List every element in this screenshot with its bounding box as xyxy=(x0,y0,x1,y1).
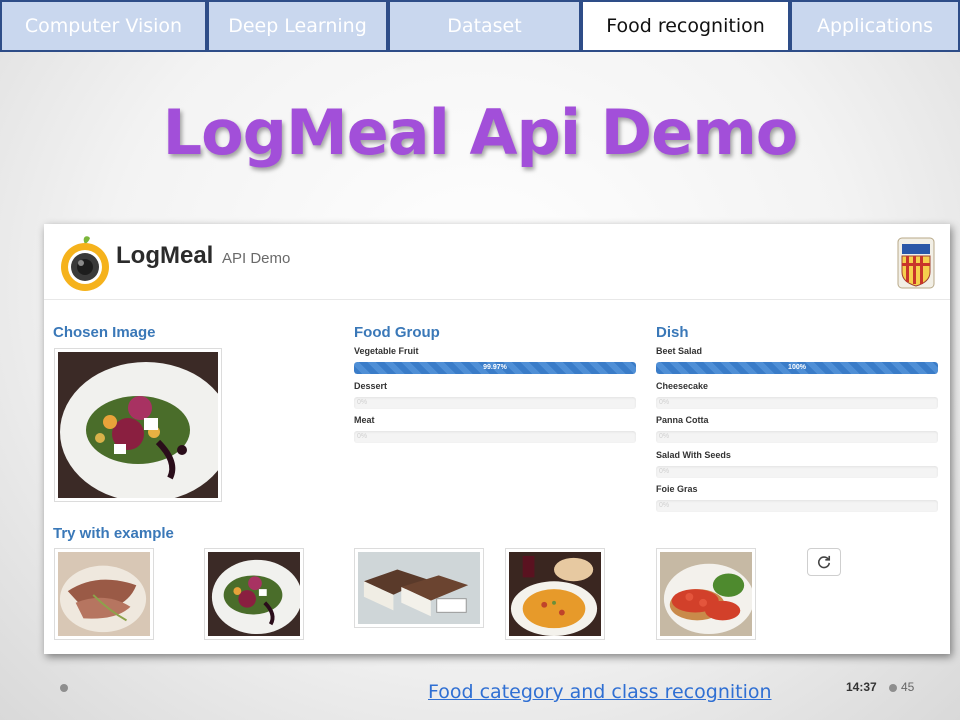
food-group-percent: 99.97% xyxy=(483,364,507,371)
food-group-label: Vegetable Fruit xyxy=(354,346,419,356)
food-group-progress-bar: 0% xyxy=(354,431,636,443)
dish-label: Beet Salad xyxy=(656,346,703,356)
dish-label: Foie Gras xyxy=(656,484,698,494)
logo-text: LogMeal xyxy=(116,242,214,269)
logo-subtitle: API Demo xyxy=(222,250,291,267)
tab-applications[interactable]: Applications xyxy=(790,0,960,52)
food-group-label: Meat xyxy=(354,415,375,425)
demo-screenshot: LogMeal API Demo Chosen Image Food Group… xyxy=(44,224,950,654)
tab-computer-vision[interactable]: Computer Vision xyxy=(0,0,207,52)
slide-title: LogMeal Api Demo xyxy=(162,96,799,169)
footer-dot-right xyxy=(889,684,897,692)
dish-percent: 0% xyxy=(659,433,670,440)
university-crest-icon xyxy=(897,237,935,289)
top-navigation: Computer Vision Deep Learning Dataset Fo… xyxy=(0,0,960,52)
example-image-4[interactable] xyxy=(505,548,605,640)
food-group-progress-bar: 0% xyxy=(354,396,636,409)
example-image-2[interactable] xyxy=(204,548,304,640)
dish-progress-bar: 0% xyxy=(656,431,938,443)
food-group-progress-bar: 99.97% xyxy=(354,362,636,374)
dish-percent: 100% xyxy=(788,364,806,371)
dish-progress-bar: 0% xyxy=(656,465,938,478)
dish-label: Panna Cotta xyxy=(656,415,709,425)
dish-progress-bar: 0% xyxy=(656,396,938,409)
dish-percent: 0% xyxy=(659,398,670,406)
dish-percent: 0% xyxy=(659,467,670,475)
example-image-3[interactable] xyxy=(354,548,484,628)
slide-time: 14:37 xyxy=(846,680,877,694)
dish-progress-bar: 100% xyxy=(656,362,938,374)
food-group-percent: 0% xyxy=(357,433,368,440)
dish-label: Cheesecake xyxy=(656,380,709,391)
try-example-title: Try with example xyxy=(53,525,174,542)
tab-food-recognition[interactable]: Food recognition xyxy=(581,0,790,52)
logmeal-logo-icon xyxy=(61,236,109,291)
tab-dataset[interactable]: Dataset xyxy=(388,0,581,52)
food-group-title: Food Group xyxy=(354,324,440,341)
food-group-label: Dessert xyxy=(354,380,388,391)
food-group-percent: 0% xyxy=(357,398,368,406)
refresh-button[interactable] xyxy=(807,548,841,576)
example-image-5[interactable] xyxy=(656,548,756,640)
dish-progress-bar: 0% xyxy=(656,500,938,512)
dish-title: Dish xyxy=(656,324,689,341)
dish-label: Salad With Seeds xyxy=(656,449,731,460)
chosen-image-title: Chosen Image xyxy=(53,324,156,341)
refresh-icon xyxy=(818,555,831,569)
chosen-image xyxy=(54,348,222,502)
footer-link[interactable]: Food category and class recognition xyxy=(428,681,772,703)
tab-deep-learning[interactable]: Deep Learning xyxy=(207,0,388,52)
footer-dot-left xyxy=(60,684,68,692)
dish-percent: 0% xyxy=(659,502,670,509)
app-header: LogMeal API Demo xyxy=(44,224,950,300)
slide-number: 45 xyxy=(901,680,915,694)
example-image-1[interactable] xyxy=(54,548,154,640)
